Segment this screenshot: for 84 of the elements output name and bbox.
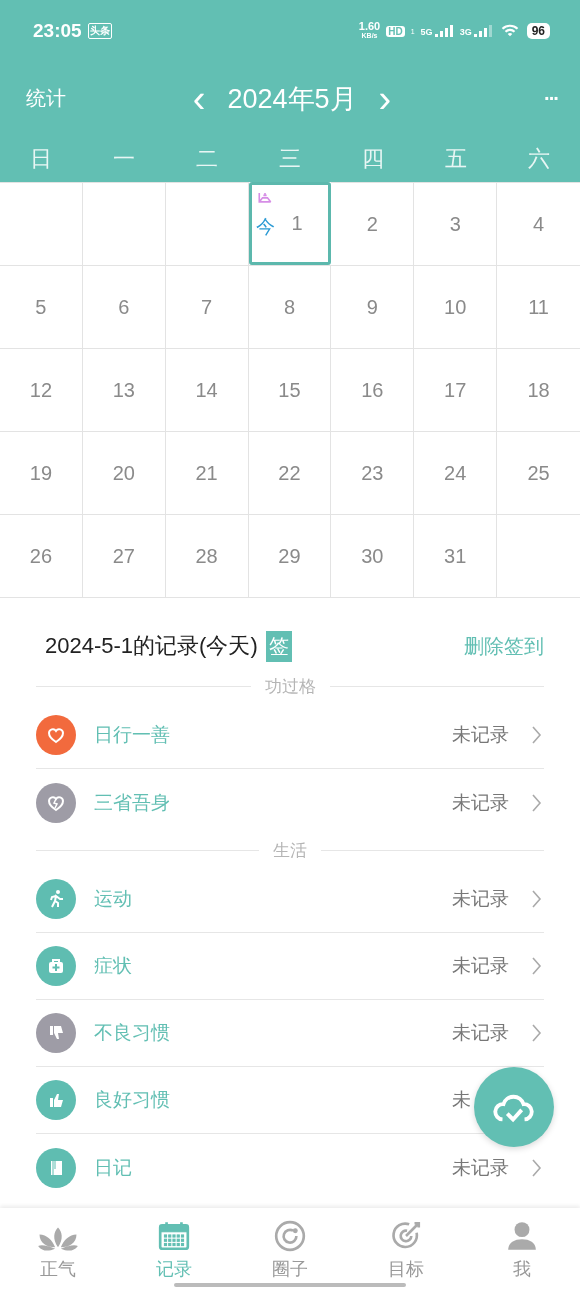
- day-cell[interactable]: 5: [0, 265, 83, 348]
- more-button[interactable]: ···: [428, 87, 558, 110]
- previous-month-button[interactable]: ‹: [188, 81, 210, 116]
- record-item-label[interactable]: 运动: [94, 886, 132, 912]
- ring-icon: [273, 1219, 307, 1253]
- day-cell[interactable]: 11: [497, 265, 580, 348]
- record-item-label[interactable]: 日行一善: [94, 722, 170, 748]
- clock-time: 23:05: [33, 20, 82, 42]
- day-cell[interactable]: 30: [331, 514, 415, 597]
- day-cell[interactable]: 29: [248, 514, 332, 597]
- weekday-label: 一: [112, 144, 137, 173]
- weekday-label: 五: [443, 144, 468, 173]
- record-status: 未记录: [452, 1155, 510, 1180]
- signal-icon: [473, 25, 493, 37]
- day-cell[interactable]: 今 1: [248, 182, 332, 265]
- weekday-label: 日: [29, 144, 54, 173]
- network-type: 3G: [459, 27, 472, 37]
- day-cell[interactable]: 14: [165, 348, 249, 431]
- day-cell[interactable]: 9: [331, 265, 415, 348]
- day-cell[interactable]: 28: [165, 514, 249, 597]
- day-cell[interactable]: 12: [0, 348, 83, 431]
- empty-day-cell[interactable]: [165, 182, 249, 265]
- day-cell[interactable]: 15: [248, 348, 332, 431]
- day-cell[interactable]: 10: [414, 265, 498, 348]
- record-status: 未记录: [452, 887, 510, 911]
- day-cell[interactable]: 4: [497, 182, 580, 265]
- hd-indicator: HD: [386, 25, 405, 37]
- record-item-label[interactable]: 症状: [94, 953, 132, 979]
- signed-badge: 签: [265, 630, 292, 662]
- day-cell[interactable]: 3: [414, 182, 498, 265]
- day-cell[interactable]: 6: [82, 265, 166, 348]
- day-cell[interactable]: 20: [82, 431, 166, 514]
- day-cell[interactable]: 17: [414, 348, 498, 431]
- weekday-label: 四: [360, 144, 385, 173]
- record-status: 未记录: [452, 954, 510, 978]
- record-item-label[interactable]: 日记: [94, 1154, 132, 1181]
- day-cell[interactable]: 25: [497, 431, 580, 514]
- nav-tab[interactable]: 记录: [116, 1208, 232, 1289]
- weekday-label: 三: [278, 144, 302, 173]
- record-item-label[interactable]: 三省吾身: [94, 789, 170, 816]
- calendar-icon: [157, 1219, 191, 1253]
- day-cell[interactable]: 18: [497, 348, 580, 431]
- record-item-label[interactable]: 不良习惯: [94, 1020, 170, 1046]
- weekday-label: 六: [526, 144, 551, 173]
- person-icon: [505, 1219, 539, 1253]
- nav-tab[interactable]: 我: [464, 1208, 580, 1289]
- day-cell[interactable]: 27: [82, 514, 166, 597]
- statistics-link[interactable]: 统计: [26, 85, 156, 112]
- day-cell[interactable]: 2: [331, 182, 415, 265]
- lotus-icon: [38, 1226, 78, 1253]
- day-cell[interactable]: 21: [165, 431, 249, 514]
- record-status: 未记录: [452, 723, 510, 747]
- battery-level: 96: [526, 23, 550, 39]
- nav-tab[interactable]: 圈子: [232, 1208, 348, 1289]
- day-cell[interactable]: 16: [331, 348, 415, 431]
- notification-badge: 头条: [87, 23, 112, 39]
- delete-signin-link[interactable]: 删除签到: [464, 632, 544, 660]
- nav-tab[interactable]: 目标: [348, 1208, 464, 1289]
- day-cell[interactable]: 24: [414, 431, 498, 514]
- signal-icon: [434, 25, 454, 37]
- section-label: 功过格: [264, 675, 316, 698]
- record-title: 2024-5-1的记录(今天): [45, 632, 258, 660]
- section-label: 生活: [273, 839, 307, 862]
- day-cell[interactable]: 31: [414, 514, 498, 597]
- day-cell[interactable]: 7: [165, 265, 249, 348]
- network-type: 5G: [420, 27, 433, 37]
- empty-day-cell[interactable]: [0, 182, 83, 265]
- day-cell[interactable]: 26: [0, 514, 83, 597]
- record-status: 未: [452, 1088, 472, 1112]
- cloud-sync-button[interactable]: [474, 1067, 554, 1147]
- record-status: 未记录: [452, 790, 510, 815]
- record-status: 未记录: [452, 1021, 510, 1045]
- next-month-button[interactable]: ›: [374, 81, 396, 116]
- weekday-label: 二: [195, 144, 220, 173]
- day-cell[interactable]: 23: [331, 431, 415, 514]
- empty-day-cell[interactable]: [82, 182, 166, 265]
- day-cell[interactable]: 22: [248, 431, 332, 514]
- today-label: 今: [255, 215, 275, 239]
- record-item-label[interactable]: 良好习惯: [94, 1087, 170, 1113]
- day-cell[interactable]: 13: [82, 348, 166, 431]
- nav-tab[interactable]: 正气: [0, 1208, 116, 1289]
- day-cell[interactable]: 8: [248, 265, 332, 348]
- day-cell[interactable]: 19: [0, 431, 83, 514]
- month-title: 2024年5月: [227, 82, 357, 116]
